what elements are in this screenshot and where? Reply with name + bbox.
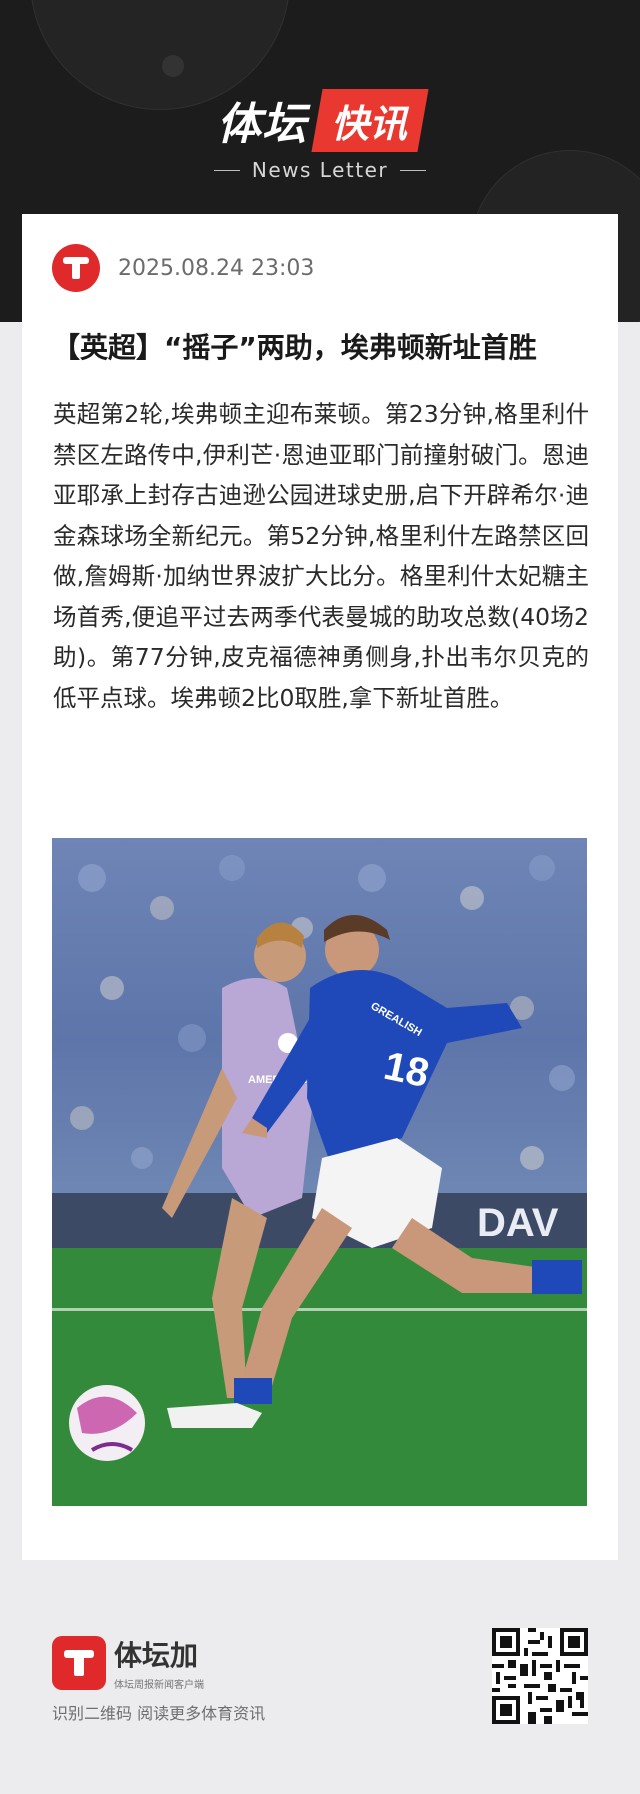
brand-tag-label: 快讯 [330,101,407,146]
brand-tag: 快讯 [311,88,429,152]
decor-dot [162,55,184,77]
brand-logo: 体坛 快讯 [0,88,640,152]
ad-board-text: DAV [477,1201,559,1245]
jersey-number: 18 [380,1044,433,1096]
article-meta: 2025.08.24 23:03 [52,244,314,292]
header-subtitle: News Letter [0,158,640,182]
app-subtitle: 体坛周报新闻客户端 [114,1680,204,1691]
divider [213,169,240,171]
article-photo: DAV AMERICAN EXPRESS 18 GREALISH [52,838,587,1506]
article-title: 【英超】“摇子”两助，埃弗顿新址首胜 [52,331,537,364]
subtitle-text: News Letter [251,158,389,182]
app-name: 体坛加 [114,1639,199,1672]
qr-code-icon[interactable] [492,1628,588,1724]
publish-datetime: 2025.08.24 23:03 [118,255,315,281]
footer-note: 识别二维码 阅读更多体育资讯 [52,1704,266,1723]
article-body: 英超第2轮,埃弗顿主迎布莱顿。第23分钟,格里利什禁区左路传中,伊利芒·恩迪亚耶… [53,400,589,712]
app-text: 体坛加 体坛周报新闻客户端 [114,1634,204,1691]
titan-logo-icon [52,244,100,292]
app-logo: 体坛加 体坛周报新闻客户端 [52,1634,204,1691]
article-card: 2025.08.24 23:03 【英超】“摇子”两助，埃弗顿新址首胜 英超第2… [22,214,618,1560]
brand-name: 体坛 [216,99,307,150]
titan-plus-icon [52,1635,106,1690]
divider [400,169,427,171]
